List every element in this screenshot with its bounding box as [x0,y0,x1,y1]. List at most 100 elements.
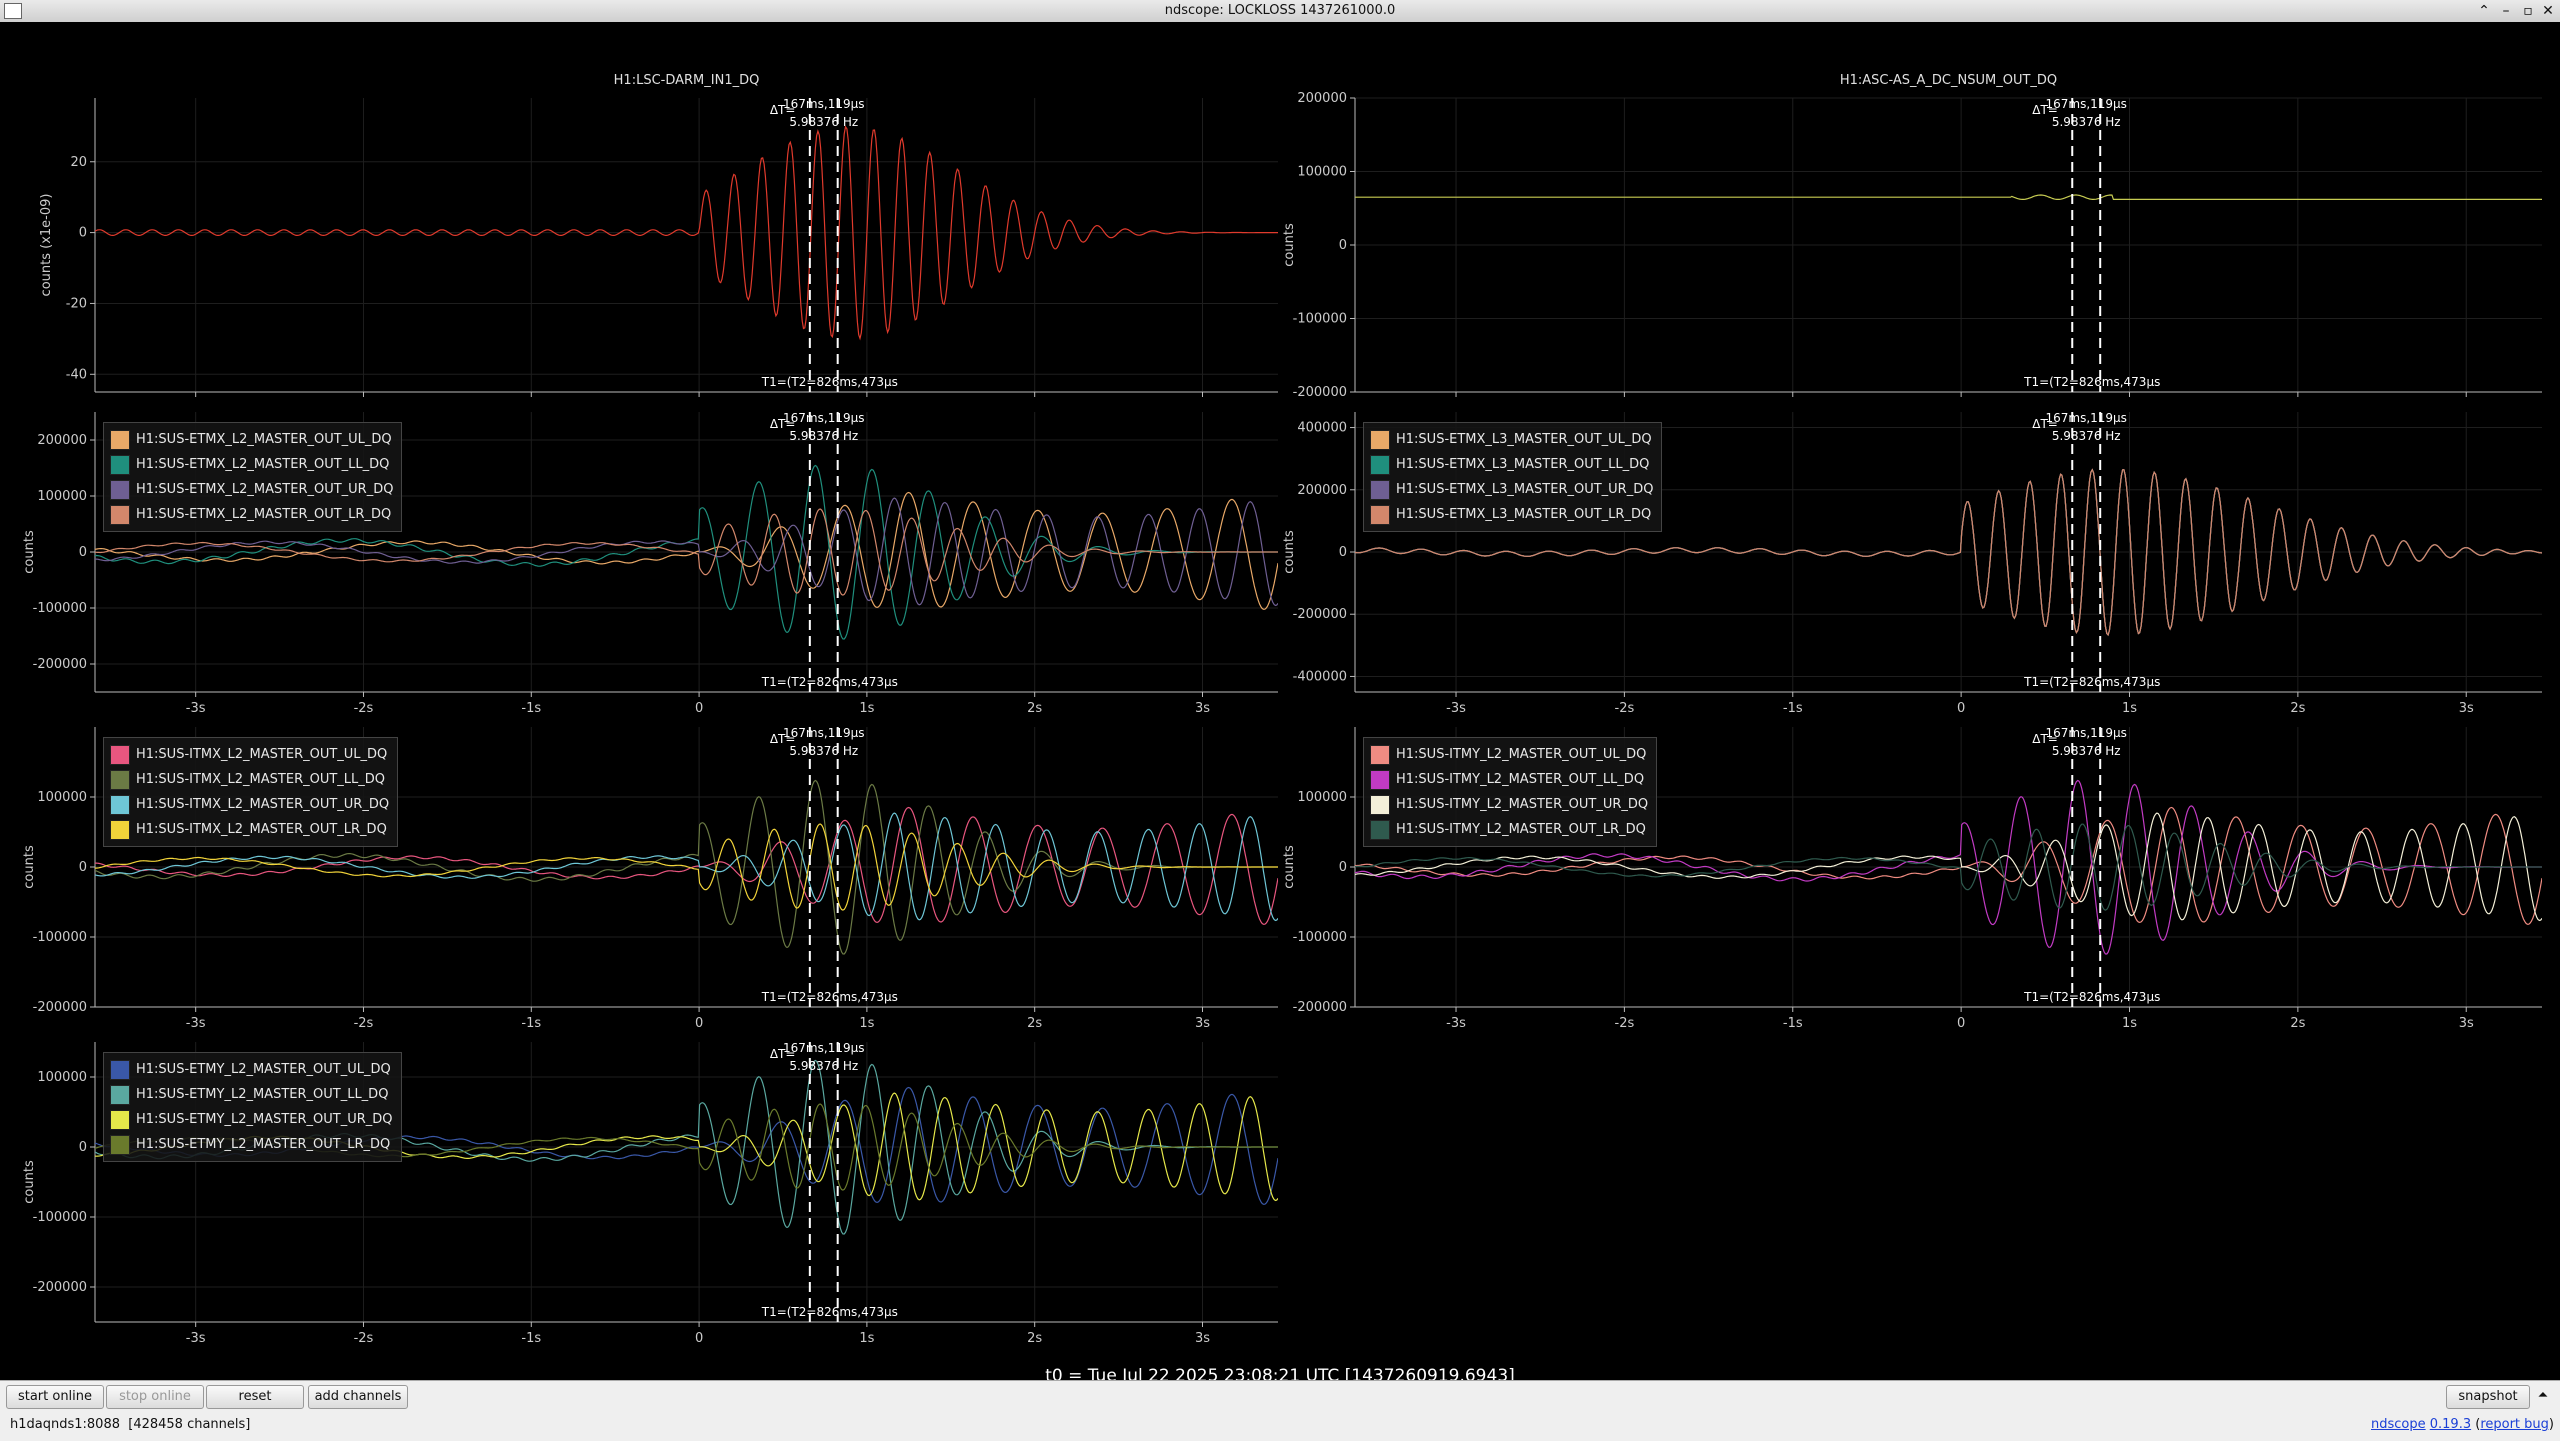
cursor-time-label: T1=(T2=826ms,473µs [2023,990,2160,1004]
legend-swatch [110,1059,130,1080]
frequency-label: 5.98376 Hz [789,429,858,443]
add-channels-button[interactable]: add channels [308,1385,408,1409]
y-tick-label: 20 [70,155,87,170]
legend-label: H1:SUS-ETMX_L2_MASTER_OUT_LR_DQ [136,507,392,522]
x-tick-label: 1s [2122,1016,2137,1031]
legend-swatch [110,1134,130,1155]
y-tick-label: -200000 [1293,1000,1347,1015]
legend-label: H1:SUS-ETMX_L2_MASTER_OUT_LL_DQ [136,457,390,472]
legend-item[interactable]: H1:SUS-ETMX_L2_MASTER_OUT_LL_DQ [110,452,393,477]
legend-item[interactable]: H1:SUS-ETMX_L3_MASTER_OUT_LL_DQ [1370,452,1653,477]
legend-label: H1:SUS-ETMX_L3_MASTER_OUT_UR_DQ [1396,482,1654,497]
legend-swatch [110,769,130,790]
legend-label: H1:SUS-ITMY_L2_MASTER_OUT_UL_DQ [1396,747,1647,762]
minimize-icon[interactable]: – [2496,1,2516,21]
chevron-up-icon[interactable]: ⌃ [2474,1,2494,21]
ndscope-link[interactable]: ndscope [2371,1417,2426,1432]
stop-online-button[interactable]: stop online [106,1385,204,1409]
y-tick-label: 100000 [37,1070,87,1085]
plot-title: H1:LSC-DARM_IN1_DQ [614,73,760,88]
x-tick-label: 3s [1195,1331,1210,1346]
legend-label: H1:SUS-ITMX_L2_MASTER_OUT_LL_DQ [136,772,386,787]
legend-label: H1:SUS-ETMY_L2_MASTER_OUT_LR_DQ [136,1137,391,1152]
bottom-toolbar: start online stop online reset add chann… [0,1380,2560,1441]
channel-legend: H1:SUS-ETMY_L2_MASTER_OUT_UL_DQ H1:SUS-ET… [103,1052,402,1162]
y-tick-label: -100000 [33,601,87,616]
legend-item[interactable]: H1:SUS-ITMY_L2_MASTER_OUT_UR_DQ [1370,792,1648,817]
y-axis-label: counts [22,530,37,574]
frequency-label: 5.98376 Hz [789,115,858,129]
y-tick-label: -400000 [1293,669,1347,684]
x-tick-label: -3s [1446,1016,1466,1031]
legend-item[interactable]: H1:SUS-ITMX_L2_MASTER_OUT_UL_DQ [110,742,389,767]
legend-label: H1:SUS-ETMX_L3_MASTER_OUT_LR_DQ [1396,507,1652,522]
legend-swatch [110,744,130,765]
maximize-icon[interactable]: ▫ [2518,1,2538,21]
delta-t-value: 167ms,119µs [2045,726,2126,740]
y-tick-label: -100000 [33,930,87,945]
plot-panel-etmx-l2[interactable]: -3s -2s -1s 0 1s 2s 3s 200000 100000 0 -100000 -200… [0,392,1290,722]
y-tick-label: -100000 [33,1210,87,1225]
legend-swatch [110,429,130,450]
version-link[interactable]: 0.19.3 [2430,1417,2471,1432]
y-tick-label: 0 [79,226,87,241]
y-tick-label: 0 [1339,238,1347,253]
legend-item[interactable]: H1:SUS-ETMX_L2_MASTER_OUT_UL_DQ [110,427,393,452]
legend-item[interactable]: H1:SUS-ETMX_L3_MASTER_OUT_UR_DQ [1370,477,1653,502]
legend-item[interactable]: H1:SUS-ETMY_L2_MASTER_OUT_LL_DQ [110,1082,393,1107]
plot-panel-etmx-l3[interactable]: -3s -2s -1s 0 1s 2s 3s 400000 200000 0 -200000 -400… [1280,392,2560,722]
snapshot-button[interactable]: snapshot [2446,1385,2530,1409]
legend-item[interactable]: H1:SUS-ITMY_L2_MASTER_OUT_LL_DQ [1370,767,1648,792]
legend-swatch [1370,794,1390,815]
legend-label: H1:SUS-ITMY_L2_MASTER_OUT_LR_DQ [1396,822,1646,837]
legend-swatch [1370,504,1390,525]
y-tick-label: 100000 [37,790,87,805]
legend-item[interactable]: H1:SUS-ETMX_L2_MASTER_OUT_UR_DQ [110,477,393,502]
legend-label: H1:SUS-ITMX_L2_MASTER_OUT_UR_DQ [136,797,390,812]
legend-label: H1:SUS-ETMX_L2_MASTER_OUT_UL_DQ [136,432,392,447]
legend-item[interactable]: H1:SUS-ITMX_L2_MASTER_OUT_UR_DQ [110,792,389,817]
plot-panel-etmy-l2[interactable]: -3s -2s -1s 0 1s 2s 3s 100000 0 -100000 -200000 cou… [0,1022,1290,1352]
legend-item[interactable]: H1:SUS-ETMX_L3_MASTER_OUT_UL_DQ [1370,427,1653,452]
legend-item[interactable]: H1:SUS-ITMY_L2_MASTER_OUT_UL_DQ [1370,742,1648,767]
frequency-label: 5.98376 Hz [2052,744,2121,758]
plot-canvas[interactable]: H1:LSC-DARM_IN1_DQ-3s-2s-1s01s2s3s200-20… [0,52,1290,402]
y-tick-label: 100000 [1297,165,1347,180]
chevron-up-icon[interactable]: ⏶ [2532,1385,2554,1407]
x-tick-label: 0 [1957,1016,1965,1031]
legend-label: H1:SUS-ETMY_L2_MASTER_OUT_UL_DQ [136,1062,391,1077]
frequency-label: 5.98376 Hz [789,744,858,758]
start-online-button[interactable]: start online [6,1385,104,1409]
y-axis-label: counts [22,1160,37,1204]
y-tick-label: -200000 [1293,607,1347,622]
cursor-time-label: T1=(T2=826ms,473µs [761,990,898,1004]
close-icon[interactable]: ✕ [2538,1,2558,21]
plot-panel-itmx-l2[interactable]: -3s -2s -1s 0 1s 2s 3s 100000 0 -100000 -200000 cou… [0,707,1290,1037]
plot-panel-itmy-l2[interactable]: -3s -2s -1s 0 1s 2s 3s 100000 0 -100000 -200000 cou… [1280,707,2560,1037]
plot-canvas[interactable]: H1:ASC-AS_A_DC_NSUM_OUT_DQ-3s-2s-1s01s2s… [1280,52,2560,402]
legend-label: H1:SUS-ETMX_L2_MASTER_OUT_UR_DQ [136,482,394,497]
legend-item[interactable]: H1:SUS-ETMX_L2_MASTER_OUT_LR_DQ [110,502,393,527]
legend-item[interactable]: H1:SUS-ETMX_L3_MASTER_OUT_LR_DQ [1370,502,1653,527]
plot-panel-as-a-nsum[interactable]: H1:ASC-AS_A_DC_NSUM_OUT_DQ-3s-2s-1s01s2s… [1280,52,2560,402]
legend-item[interactable]: H1:SUS-ITMX_L2_MASTER_OUT_LR_DQ [110,817,389,842]
frequency-label: 5.98376 Hz [2052,115,2121,129]
plot-panel-darm[interactable]: H1:LSC-DARM_IN1_DQ-3s-2s-1s01s2s3s200-20… [0,52,1290,402]
reset-button[interactable]: reset [206,1385,304,1409]
delta-t-value: 167ms,119µs [783,1041,864,1055]
y-tick-label: 200000 [1297,91,1347,106]
legend-item[interactable]: H1:SUS-ETMY_L2_MASTER_OUT_UR_DQ [110,1107,393,1132]
x-tick-label: -1s [1783,1016,1803,1031]
legend-label: H1:SUS-ITMY_L2_MASTER_OUT_UR_DQ [1396,797,1649,812]
report-bug-link[interactable]: report bug [2480,1417,2549,1432]
y-axis-label: counts [1282,530,1297,574]
legend-swatch [110,479,130,500]
y-tick-label: 0 [1339,860,1347,875]
y-tick-label: -200000 [33,1000,87,1015]
legend-item[interactable]: H1:SUS-ITMX_L2_MASTER_OUT_LL_DQ [110,767,389,792]
legend-item[interactable]: H1:SUS-ETMY_L2_MASTER_OUT_LR_DQ [110,1132,393,1157]
trace-line [1355,194,2542,200]
legend-item[interactable]: H1:SUS-ETMY_L2_MASTER_OUT_UL_DQ [110,1057,393,1082]
legend-item[interactable]: H1:SUS-ITMY_L2_MASTER_OUT_LR_DQ [1370,817,1648,842]
y-axis-label: counts [22,845,37,889]
